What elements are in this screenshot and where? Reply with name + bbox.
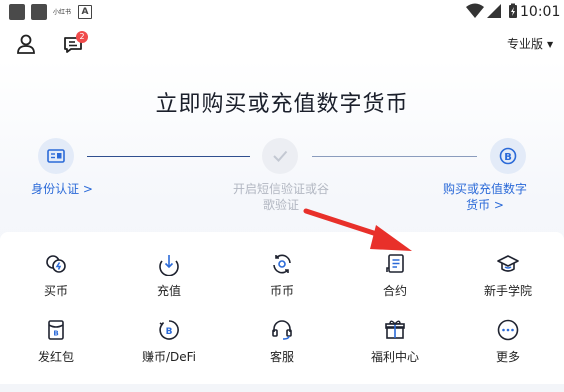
id-card-icon	[47, 149, 65, 163]
annotation-arrow	[303, 208, 412, 251]
service-label: 新手学院	[483, 284, 532, 298]
svg-text:B: B	[504, 152, 512, 163]
notification-app-icon	[31, 4, 47, 20]
notification-text: 小红书	[53, 9, 72, 16]
service-label: 更多	[495, 350, 520, 364]
clock: 10:01	[520, 4, 561, 20]
service-label: 福利中心	[370, 350, 419, 364]
bitcoin-icon: B	[499, 147, 517, 165]
buy-coin-icon	[46, 255, 66, 273]
service-rewards-center[interactable]: 福利中心	[345, 318, 445, 365]
service-label: 充值	[156, 284, 181, 298]
app-a-icon: A	[78, 5, 92, 19]
svg-text:B: B	[166, 327, 173, 337]
headset-icon	[272, 320, 292, 340]
convert-icon	[273, 254, 291, 274]
step-identity-circle[interactable]	[38, 138, 74, 174]
check-icon	[273, 150, 288, 162]
notification-app-icon	[9, 4, 25, 20]
status-bar: 小红书 A 10:01	[0, 0, 564, 26]
service-label: 客服	[269, 350, 294, 364]
gift-icon	[385, 320, 405, 339]
step-connector	[312, 156, 477, 157]
step-connector	[87, 156, 250, 157]
step-purchase-label-line: 货币 >	[466, 198, 504, 212]
notification-badge: 2	[76, 31, 88, 43]
step-purchase-label[interactable]: 购买或充值数字 货币 >	[430, 181, 540, 213]
graduation-cap-icon	[497, 255, 519, 272]
service-support[interactable]: 客服	[232, 318, 332, 365]
more-icon	[497, 319, 519, 341]
step-verification-circle	[262, 138, 298, 174]
service-label: 赚币/DeFi	[141, 350, 197, 364]
cellular-signal-icon	[487, 4, 501, 18]
step-identity-label[interactable]: 身份认证 >	[22, 181, 102, 197]
earn-defi-icon: B	[159, 320, 179, 340]
service-deposit[interactable]: 充值	[119, 252, 219, 299]
service-buy-coin[interactable]: 买币	[6, 252, 106, 299]
caret-down-icon: ▼	[547, 40, 554, 49]
deposit-icon	[159, 255, 179, 276]
service-academy[interactable]: 新手学院	[458, 252, 558, 299]
wifi-icon	[466, 3, 484, 18]
red-envelope-icon: B	[48, 320, 64, 340]
service-label: 买币	[43, 284, 68, 298]
battery-charging-icon	[509, 3, 517, 18]
mode-label: 专业版	[507, 37, 544, 51]
service-label: 发红包	[37, 350, 74, 364]
service-label: 合约	[382, 284, 407, 298]
step-verification-label-line: 开启短信验证或谷	[232, 182, 329, 196]
step-purchase-label-line: 购买或充值数字	[442, 182, 527, 196]
mode-switch-dropdown[interactable]: 专业版 ▼	[507, 35, 553, 52]
service-more[interactable]: 更多	[458, 318, 558, 365]
step-purchase-circle[interactable]: B	[490, 138, 526, 174]
service-red-envelope[interactable]: B 发红包	[6, 318, 106, 365]
svg-text:B: B	[53, 330, 58, 338]
page-title: 立即购买或充值数字货币	[155, 92, 409, 117]
user-profile-icon[interactable]	[16, 34, 36, 54]
step-verification-label-line: 歌验证	[262, 198, 299, 212]
service-earn-defi[interactable]: B 赚币/DeFi	[119, 318, 219, 365]
service-label: 币币	[269, 284, 294, 298]
